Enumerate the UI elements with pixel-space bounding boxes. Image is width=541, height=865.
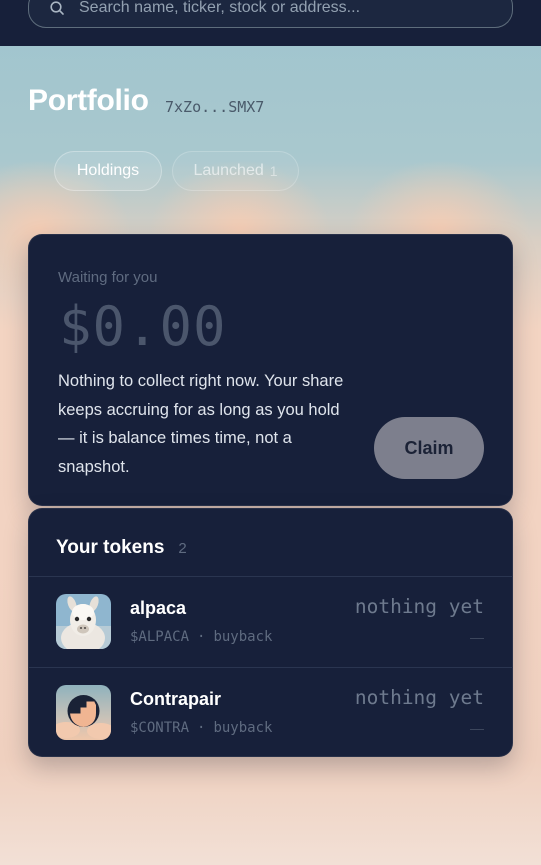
tab-holdings-label: Holdings <box>76 162 140 179</box>
tab-launched-label: Launched <box>193 162 264 179</box>
page-title: Portfolio <box>28 84 149 117</box>
wallet-address[interactable]: 7xZo...SMX7 <box>165 98 264 116</box>
search-input[interactable] <box>79 0 499 17</box>
meta-separator: · <box>197 629 206 645</box>
token-row[interactable]: Contrapair $CONTRA · buyback nothing yet — <box>29 668 512 758</box>
token-type: buyback <box>213 720 273 736</box>
tab-holdings[interactable]: Holdings <box>54 151 162 191</box>
token-type: buyback <box>213 629 273 645</box>
claim-card: Waiting for you $0.00 Nothing to collect… <box>28 234 513 506</box>
token-meta: $ALPACA · buyback <box>130 629 272 645</box>
meta-separator: · <box>197 720 206 736</box>
token-value: — <box>470 629 484 645</box>
top-bar <box>0 0 541 46</box>
alpaca-avatar <box>56 594 111 649</box>
tokens-title: Your tokens <box>56 537 165 558</box>
token-name: Contrapair <box>130 689 222 709</box>
tokens-header: Your tokens 2 <box>56 537 187 559</box>
token-row[interactable]: alpaca $ALPACA · buyback nothing yet — <box>29 577 512 667</box>
contrapair-avatar <box>56 685 111 740</box>
token-status: nothing yet <box>354 595 484 618</box>
claim-amount: $0.00 <box>59 295 227 358</box>
tokens-card: Your tokens 2 alpaca $ALPACA · buyback n… <box>28 508 513 757</box>
claim-label: Waiting for you <box>58 269 158 286</box>
tab-launched-count: 1 <box>269 163 278 179</box>
token-name: alpaca <box>130 598 187 618</box>
search-bar[interactable] <box>28 0 513 28</box>
token-value: — <box>470 720 484 736</box>
token-meta: $CONTRA · buyback <box>130 720 272 736</box>
tab-launched[interactable]: Launched 1 <box>172 151 299 191</box>
claim-description: Nothing to collect right now. Your share… <box>58 372 344 476</box>
search-icon <box>50 1 64 15</box>
token-ticker: $ALPACA <box>130 629 190 645</box>
tokens-count: 2 <box>178 540 187 557</box>
token-ticker: $CONTRA <box>130 720 190 736</box>
token-status: nothing yet <box>354 686 484 709</box>
claim-button[interactable]: Claim <box>374 417 484 479</box>
